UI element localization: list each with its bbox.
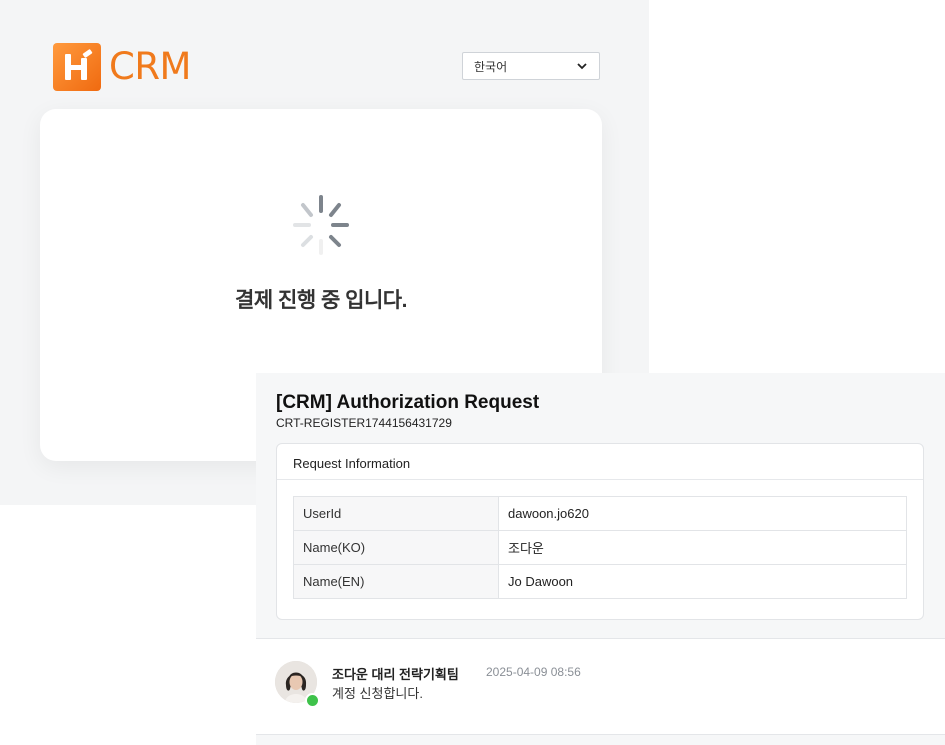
- spinner-icon: [293, 195, 349, 255]
- table-row: UserId dawoon.jo620: [293, 496, 907, 531]
- language-select[interactable]: 한국어: [462, 52, 600, 80]
- chevron-down-icon: [577, 63, 587, 70]
- request-code: CRT-REGISTER1744156431729: [276, 416, 452, 430]
- request-information-table: UserId dawoon.jo620 Name(KO) 조다운 Name(EN…: [293, 496, 907, 599]
- logo-mark: [53, 43, 101, 91]
- table-row: Name(EN) Jo Dawoon: [293, 564, 907, 599]
- payment-progress-message: 결제 진행 중 입니다.: [235, 289, 407, 312]
- row-value: dawoon.jo620: [498, 496, 907, 531]
- comment-item: 조다운 대리 전략기획팀 2025-04-09 08:56 계정 신청합니다.: [256, 639, 945, 734]
- online-status-dot: [305, 693, 320, 708]
- divider: [256, 734, 945, 735]
- row-label: UserId: [293, 496, 499, 531]
- row-value: Jo Dawoon: [498, 564, 907, 599]
- crm-logo: CRM: [53, 43, 191, 91]
- comment-author: 조다운 대리 전략기획팀: [332, 667, 459, 682]
- comment-body: 계정 신청합니다.: [332, 686, 423, 701]
- authorization-request-panel: [CRM] Authorization Request CRT-REGISTER…: [256, 373, 945, 745]
- request-information-heading: Request Information: [277, 444, 923, 480]
- logo-text: CRM: [109, 45, 191, 88]
- row-value: 조다운: [498, 530, 907, 565]
- request-information-box: Request Information UserId dawoon.jo620 …: [276, 443, 924, 620]
- language-select-value: 한국어: [474, 59, 508, 74]
- row-label: Name(KO): [293, 530, 499, 565]
- comment-timestamp: 2025-04-09 08:56: [486, 665, 581, 679]
- row-label: Name(EN): [293, 564, 499, 599]
- request-title: [CRM] Authorization Request: [276, 392, 540, 413]
- table-row: Name(KO) 조다운: [293, 530, 907, 565]
